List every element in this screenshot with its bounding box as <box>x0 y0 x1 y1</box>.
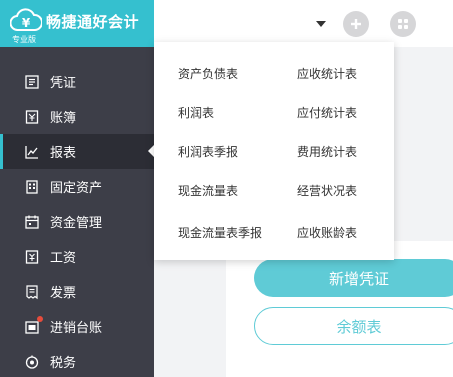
sidebar-item-label: 工资 <box>50 251 77 266</box>
menu-item-cash-flow-quarterly[interactable]: 现金流量表季报 <box>178 224 262 241</box>
report-menu: 资产负债表 利润表 利润表季报 现金流量表 现金流量表季报 应收统计表 应付统计… <box>154 42 394 260</box>
invoice-icon <box>24 284 40 300</box>
menu-item-receivables-stats[interactable]: 应收统计表 <box>297 65 357 82</box>
menu-item-payables-stats[interactable]: 应付统计表 <box>297 104 357 121</box>
top-bar <box>154 0 453 47</box>
sidebar-item-ledger[interactable]: 账簿 <box>0 99 154 134</box>
menu-item-balance-sheet[interactable]: 资产负债表 <box>178 65 238 82</box>
balance-sheet-button[interactable]: 余额表 <box>254 307 453 345</box>
sidebar-item-label: 报表 <box>50 146 77 161</box>
inventory-icon <box>24 315 43 335</box>
menu-item-cash-flow[interactable]: 现金流量表 <box>178 182 238 199</box>
grid-icon <box>398 19 408 29</box>
sidebar-item-inventory[interactable]: 进销台账 <box>0 309 154 344</box>
plus-icon <box>351 19 361 29</box>
notification-badge <box>37 315 43 322</box>
sidebar-item-tax[interactable]: 税务 <box>0 344 154 377</box>
building-icon <box>24 179 40 195</box>
sidebar-item-label: 税务 <box>50 356 77 371</box>
brand-logo-icon: ¥ <box>10 8 42 31</box>
tax-icon <box>24 354 40 370</box>
sidebar-nav: 凭证 账簿 报表 固定资产 资金管理 工资 发票 进销台账 税务 <box>0 64 154 377</box>
brand-header[interactable]: ¥ 畅捷通好会计 专业版 <box>0 0 154 47</box>
sidebar-item-label: 资金管理 <box>50 216 103 231</box>
sidebar-item-invoice[interactable]: 发票 <box>0 274 154 309</box>
sidebar-item-fixed-assets[interactable]: 固定资产 <box>0 169 154 204</box>
new-voucher-button[interactable]: 新增凭证 <box>254 259 453 297</box>
app-window: ¥ 畅捷通好会计 专业版 凭证 账簿 报表 固定资产 资金管理 工资 发票 进销… <box>0 0 453 377</box>
menu-item-receivables-aging[interactable]: 应收账龄表 <box>297 224 357 241</box>
svg-text:¥: ¥ <box>22 16 31 30</box>
chart-icon <box>24 144 40 160</box>
apps-button[interactable] <box>390 11 416 37</box>
sidebar-item-label: 进销台账 <box>50 321 103 336</box>
brand-name: 畅捷通好会计 <box>46 13 140 31</box>
sidebar-item-label: 账簿 <box>50 111 77 126</box>
sidebar-item-salary[interactable]: 工资 <box>0 239 154 274</box>
menu-item-income-quarterly[interactable]: 利润表季报 <box>178 143 238 160</box>
menu-item-expense-stats[interactable]: 费用统计表 <box>297 143 357 160</box>
sidebar-item-label: 凭证 <box>50 76 77 91</box>
chevron-down-icon[interactable] <box>316 21 326 27</box>
sidebar-item-reports[interactable]: 报表 <box>0 134 154 169</box>
menu-item-income-statement[interactable]: 利润表 <box>178 104 214 121</box>
menu-item-operations-stats[interactable]: 经营状况表 <box>297 182 357 199</box>
ledger-icon <box>24 109 40 125</box>
sidebar-item-label: 固定资产 <box>50 181 103 196</box>
sidebar-item-label: 发票 <box>50 286 77 301</box>
sidebar: ¥ 畅捷通好会计 专业版 凭证 账簿 报表 固定资产 资金管理 工资 发票 进销… <box>0 0 154 377</box>
sidebar-item-voucher[interactable]: 凭证 <box>0 64 154 99</box>
brand-edition: 专业版 <box>12 35 36 44</box>
add-button[interactable] <box>343 11 369 37</box>
calendar-icon <box>24 214 40 230</box>
salary-icon <box>24 249 40 265</box>
sidebar-item-funds[interactable]: 资金管理 <box>0 204 154 239</box>
voucher-icon <box>24 74 40 90</box>
